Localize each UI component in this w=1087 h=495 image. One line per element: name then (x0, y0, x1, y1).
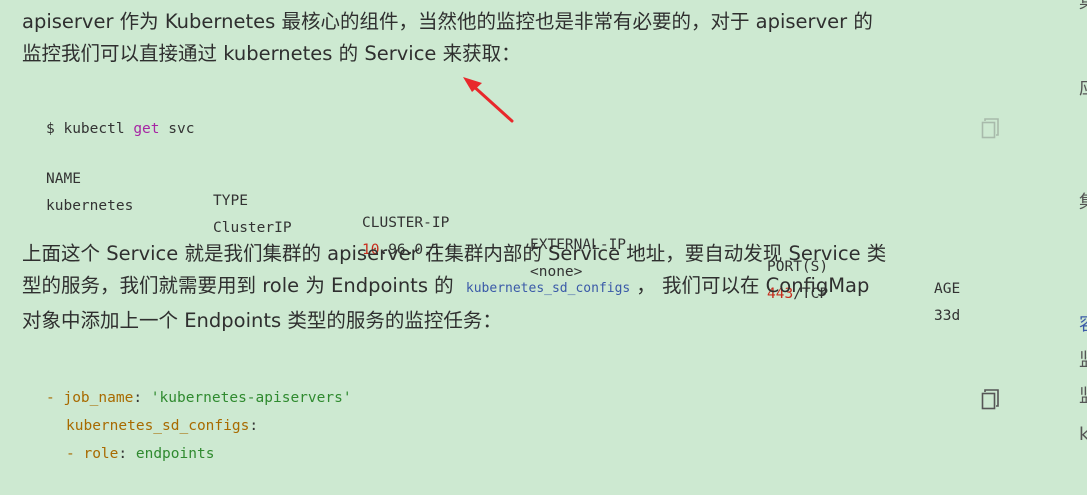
kubectl-resource: svc (159, 121, 195, 137)
yaml-value: 'kubernetes-apiservers' (150, 390, 352, 406)
paragraph-line: 上面这个 Service 就是我们集群的 apiserver 在集群内部的 Se… (22, 242, 887, 265)
header-cluster-ip: CLUSTER-IP (362, 215, 450, 231)
code-line-command: $ kubectl get svc (46, 118, 194, 140)
yaml-line-job-name: - job_name: 'kubernetes-apiservers' (46, 387, 352, 409)
row-age: 33d (934, 308, 961, 324)
sidebar-glyph[interactable]: 应 (1079, 74, 1087, 100)
paragraph-line: apiserver 作为 Kubernetes 最核心的组件，当然他的监控也是非… (22, 10, 873, 33)
paragraph-line: 对象中添加上一个 Endpoints 类型的服务的监控任务： (22, 309, 502, 332)
yaml-line-sd-configs: kubernetes_sd_configs: (66, 415, 258, 437)
paragraph-line: 型的服务，我们就需要用到 role 为 Endpoints 的 kubernet… (22, 270, 886, 305)
header-age: AGE (934, 281, 961, 297)
sidebar-glyph[interactable]: 监 (1079, 346, 1087, 372)
article-content: apiserver 作为 Kubernetes 最核心的组件，当然他的监控也是非… (0, 0, 1055, 495)
yaml-line-role: - role: endpoints (66, 443, 214, 465)
code-block-yaml[interactable]: - job_name: 'kubernetes-apiservers' kube… (22, 377, 1027, 477)
yaml-colon: : (133, 390, 151, 406)
paragraph-text: ， 我们可以在 ConfigMap (636, 274, 870, 297)
code-line-row: kubernetes ClusterIP 10.96.0.1 <none> 44… (22, 173, 1027, 324)
paragraph-service-discovery: 上面这个 Service 就是我们集群的 apiserver 在集群内部的 Se… (22, 238, 886, 337)
sidebar-glyph[interactable]: 容 (1079, 310, 1087, 336)
right-sidebar-toc: 集 应 集 容 监 监 k (1055, 0, 1087, 495)
paragraph-text: 型的服务，我们就需要用到 role 为 Endpoints 的 (22, 274, 454, 297)
row-name: kubernetes (46, 198, 134, 214)
yaml-key: job_name (63, 390, 134, 406)
code-line-headers: NAME TYPE CLUSTER-IP EXTERNAL-IP PORT(S)… (22, 146, 1027, 297)
paragraph-line: 监控我们可以直接通过 kubernetes 的 Service 来获取： (22, 42, 521, 65)
code-block-kubectl[interactable]: $ kubectl get svc NAME TYPE CLUSTER-IP E… (22, 108, 1027, 324)
sidebar-glyph[interactable]: k (1079, 424, 1087, 445)
sidebar-glyph[interactable]: 集 (1079, 188, 1087, 214)
shell-prompt: $ kubectl (46, 121, 134, 137)
yaml-key: kubernetes_sd_configs (66, 418, 250, 434)
kubectl-verb: get (133, 121, 160, 137)
row-type: ClusterIP (213, 220, 292, 236)
inline-code-sd-configs: kubernetes_sd_configs (465, 281, 631, 296)
yaml-dash: - (66, 446, 84, 462)
sidebar-glyph[interactable]: 监 (1079, 382, 1087, 408)
sidebar-glyph[interactable]: 集 (1079, 0, 1087, 14)
paragraph-apiserver-intro: apiserver 作为 Kubernetes 最核心的组件，当然他的监控也是非… (22, 6, 873, 70)
yaml-dash: - (46, 390, 64, 406)
yaml-colon: : (118, 446, 136, 462)
yaml-key: role (83, 446, 119, 462)
yaml-colon: : (249, 418, 259, 434)
yaml-value: endpoints (135, 446, 215, 462)
copy-icon[interactable] (980, 116, 1002, 140)
copy-icon[interactable] (980, 387, 1002, 411)
